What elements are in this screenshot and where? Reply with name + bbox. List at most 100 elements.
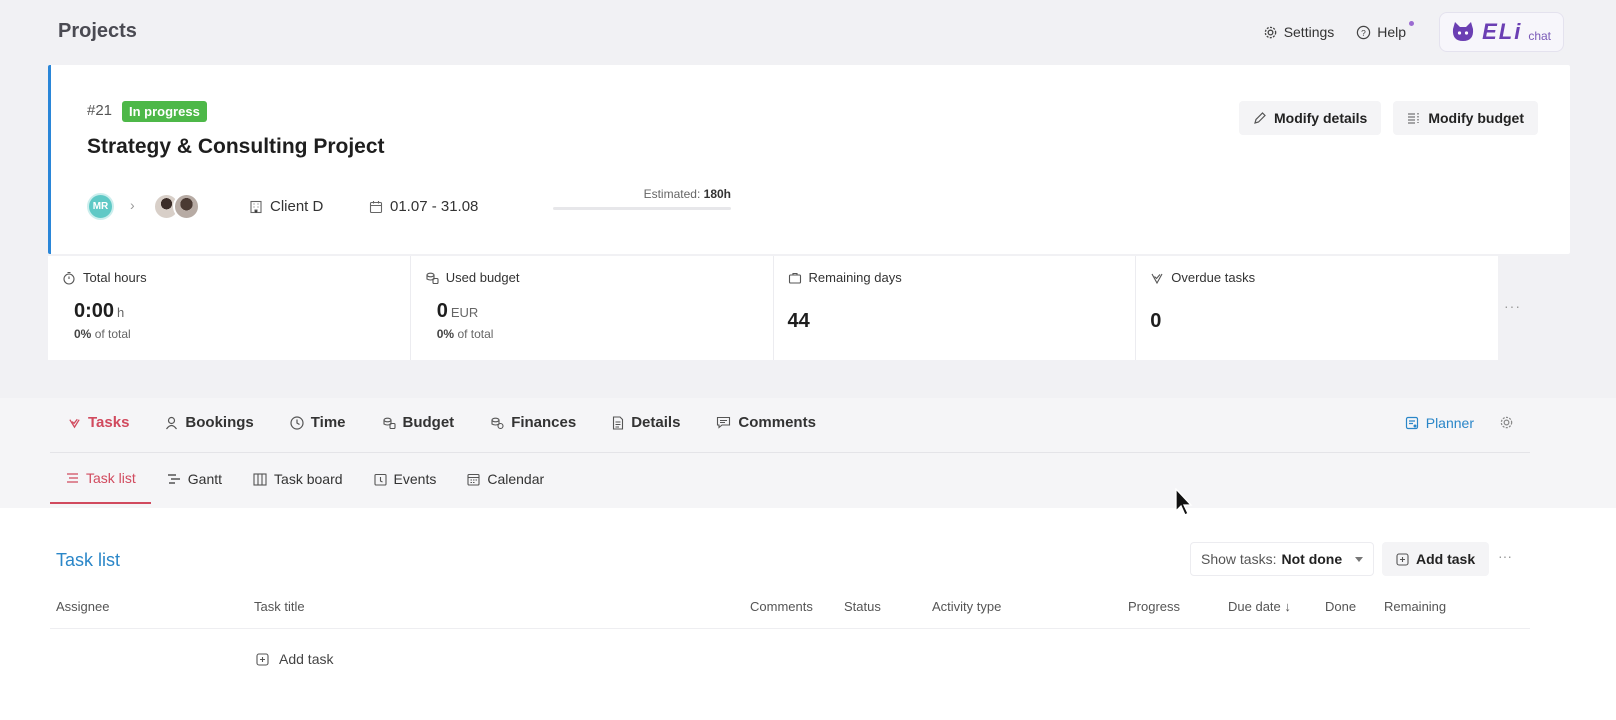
stat-subtext: 0% of total [437, 327, 494, 341]
task-list-panel: Task list Show tasks: Not done Add task … [0, 508, 1616, 720]
tab-tasks[interactable]: Tasks [68, 414, 129, 431]
tab-time[interactable]: Time [290, 414, 346, 431]
project-name: Strategy & Consulting Project [87, 135, 385, 158]
column-header[interactable]: Assignee [56, 599, 109, 614]
mouse-cursor-icon [1175, 488, 1195, 518]
owner-avatar[interactable]: MR [87, 193, 114, 220]
add-task-row-label: Add task [279, 651, 334, 667]
tab-details[interactable]: Details [612, 414, 680, 431]
client-name: Client D [270, 198, 324, 215]
svg-text:?: ? [1361, 27, 1366, 37]
stat-total-hours: Total hours 0:00 h 0% of total [48, 256, 411, 360]
stat-percent: 0% [74, 327, 92, 341]
stat-label-text: Used budget [445, 270, 520, 285]
stat-label-text: Overdue tasks [1171, 270, 1256, 285]
tab-comments[interactable]: Comments [716, 414, 816, 431]
person-icon [165, 416, 178, 430]
stat-value: 0 EUR [437, 300, 479, 323]
stat-label-text: Total hours [83, 270, 147, 285]
coins-icon [425, 271, 439, 285]
column-header[interactable]: Activity type [932, 599, 1001, 614]
briefcase-icon [788, 271, 802, 285]
column-header[interactable]: Comments [750, 599, 813, 614]
stat-label: Used budget [425, 270, 520, 285]
modify-details-label: Modify details [1273, 110, 1368, 126]
subtab-label: Events [393, 471, 437, 487]
subtab-label: Task list [86, 470, 136, 486]
money-icon [490, 416, 504, 430]
stats-more-button[interactable]: ··· [1504, 298, 1521, 314]
task-list-more-button[interactable]: ··· [1498, 548, 1512, 564]
project-id: #21 [87, 102, 113, 119]
help-link[interactable]: ? Help [1356, 20, 1417, 40]
main-tabs: Tasks Bookings Time Budget Finances Deta… [68, 414, 816, 431]
member-avatar[interactable] [173, 193, 200, 220]
modify-details-button[interactable]: Modify details [1238, 101, 1382, 135]
stat-subtext: 0% of total [74, 327, 131, 341]
stat-used-budget: Used budget 0 EUR 0% of total [411, 256, 774, 360]
tab-label: Time [310, 414, 346, 431]
stat-label: Remaining days [788, 270, 902, 285]
stat-number: 0 [436, 300, 448, 322]
stat-remaining-days: Remaining days 44 [774, 256, 1137, 360]
add-task-button[interactable]: Add task [1382, 542, 1490, 576]
stat-overdue-tasks: Overdue tasks 0 [1136, 256, 1498, 360]
coins-icon [382, 416, 396, 430]
column-header[interactable]: Status [844, 599, 881, 614]
eli-chat-label: chat [1528, 29, 1551, 43]
status-badge: In progress [122, 101, 207, 122]
planner-link[interactable]: Planner [1405, 415, 1474, 431]
stats-row: Total hours 0:00 h 0% of total Used budge… [48, 256, 1498, 360]
show-tasks-value: Not done [1281, 551, 1343, 567]
task-list-title: Task list [56, 550, 121, 570]
subtab-task-board[interactable]: Task board [237, 452, 357, 504]
comment-icon [716, 416, 731, 429]
add-task-row[interactable]: Add task [256, 651, 333, 667]
tabs-settings-button[interactable] [1499, 415, 1514, 430]
column-header[interactable]: Task title [254, 599, 305, 614]
header-divider [50, 628, 1530, 629]
show-tasks-dropdown[interactable]: Show tasks: Not done [1190, 542, 1375, 576]
budget-list-icon [1407, 111, 1421, 125]
tab-label: Details [631, 414, 681, 431]
pencil-icon [1253, 111, 1267, 125]
subtab-task-list[interactable]: Task list [50, 452, 151, 504]
subtab-gantt[interactable]: Gantt [151, 452, 237, 504]
stat-unit: EUR [450, 305, 479, 320]
estimated-hours: Estimated: 180h [553, 187, 731, 201]
settings-link[interactable]: Settings [1263, 24, 1335, 40]
board-columns-icon [253, 472, 267, 486]
top-bar: Projects Settings ? Help ELi chat [0, 0, 1616, 62]
project-meta: MR › Client D 01.07 - 31.08 Estimated: 1… [87, 187, 787, 227]
subtab-label: Calendar [487, 471, 545, 487]
gantt-icon [167, 473, 181, 485]
check-shield-icon [1150, 271, 1164, 285]
subtab-events[interactable]: Events [358, 452, 452, 504]
document-icon [612, 415, 624, 430]
tab-finances[interactable]: Finances [490, 414, 576, 431]
estimated-label: Estimated: [643, 187, 701, 201]
tab-budget[interactable]: Budget [382, 414, 454, 431]
notification-dot [1409, 20, 1415, 26]
plus-square-icon [256, 652, 269, 666]
stat-unit: h [117, 305, 125, 320]
column-header[interactable]: Due date ↓ [1228, 599, 1291, 614]
column-header[interactable]: Progress [1128, 599, 1180, 614]
show-tasks-label: Show tasks: [1201, 551, 1277, 567]
modify-budget-button[interactable]: Modify budget [1393, 101, 1538, 135]
subtab-calendar[interactable]: Calendar [451, 452, 559, 504]
caret-down-icon [1355, 556, 1364, 562]
settings-label: Settings [1283, 24, 1335, 40]
stat-number: 0 [1150, 310, 1162, 332]
project-card: #21 In progress Strategy & Consulting Pr… [48, 65, 1570, 254]
tabs-area: Tasks Bookings Time Budget Finances Deta… [0, 398, 1616, 508]
eli-chat-button[interactable]: ELi chat [1439, 12, 1564, 52]
column-header[interactable]: Done [1325, 599, 1356, 614]
column-header[interactable]: Remaining [1384, 599, 1446, 614]
date-range-info: 01.07 - 31.08 [369, 198, 478, 215]
gear-icon [1499, 415, 1514, 430]
project-actions: Modify details Modify budget [1238, 101, 1538, 135]
event-calendar-icon [373, 473, 387, 486]
tab-bookings[interactable]: Bookings [165, 414, 254, 431]
plus-square-icon [1396, 552, 1409, 566]
